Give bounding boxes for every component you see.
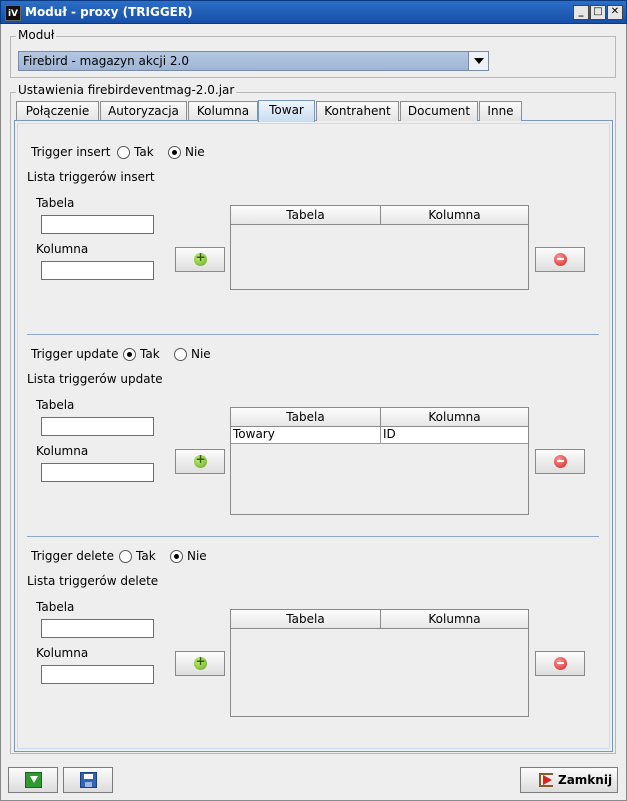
table-row[interactable]: Towary ID xyxy=(231,427,528,444)
title-bar: iV Moduł - proxy (TRIGGER) _ □ ✕ xyxy=(0,0,627,24)
update-yes-label: Tak xyxy=(140,347,160,361)
insert-column-input[interactable] xyxy=(41,261,154,280)
tab-autoryzacja[interactable]: Autoryzacja xyxy=(100,101,187,121)
trigger-delete-label: Trigger delete xyxy=(31,549,115,563)
delete-trigger-table: Tabela Kolumna xyxy=(230,609,529,717)
table-cell: ID xyxy=(383,427,396,441)
delete-yes-label: Tak xyxy=(136,549,156,563)
close-button[interactable]: Zamknij xyxy=(520,767,618,793)
trigger-update-label: Trigger update xyxy=(31,347,119,361)
module-select[interactable]: Firebird - magazyn akcji 2.0 xyxy=(18,51,489,71)
table-cell: Towary xyxy=(231,427,381,443)
insert-remove-button[interactable] xyxy=(535,247,585,272)
minus-circle-icon xyxy=(554,253,567,266)
insert-column-label: Kolumna xyxy=(36,242,89,256)
save-button[interactable] xyxy=(63,767,113,793)
minus-circle-icon xyxy=(554,455,567,468)
delete-yes-radio[interactable] xyxy=(119,550,132,563)
delete-table-label: Tabela xyxy=(36,600,75,614)
tab-inne[interactable]: Inne xyxy=(479,101,522,121)
close-window-button[interactable]: ✕ xyxy=(607,5,623,20)
close-button-label: Zamknij xyxy=(558,773,613,787)
section-divider xyxy=(27,334,599,335)
download-button[interactable] xyxy=(8,767,58,793)
tab-polaczenie[interactable]: Połączenie xyxy=(16,101,99,121)
module-select-value: Firebird - magazyn akcji 2.0 xyxy=(23,54,189,68)
delete-column-label: Kolumna xyxy=(36,646,89,660)
update-remove-button[interactable] xyxy=(535,449,585,474)
update-add-button[interactable] xyxy=(175,449,225,474)
settings-group-legend: Ustawienia firebirdeventmag-2.0.jar xyxy=(16,83,237,97)
window-title: Moduł - proxy (TRIGGER) xyxy=(25,5,193,19)
plus-circle-icon xyxy=(194,250,207,266)
update-yes-radio[interactable] xyxy=(123,348,136,361)
delete-list-label: Lista triggerów delete xyxy=(27,574,159,588)
floppy-icon xyxy=(80,772,97,788)
delete-column-input[interactable] xyxy=(41,665,154,684)
delete-no-label: Nie xyxy=(187,549,207,563)
insert-no-label: Nie xyxy=(185,145,205,159)
delete-remove-button[interactable] xyxy=(535,651,585,676)
tab-towar[interactable]: Towar xyxy=(258,100,315,122)
update-list-label: Lista triggerów update xyxy=(27,372,163,386)
update-no-radio[interactable] xyxy=(174,348,187,361)
section-divider xyxy=(27,536,599,537)
insert-add-button[interactable] xyxy=(175,247,225,272)
exit-door-icon xyxy=(539,773,553,787)
tab-document[interactable]: Document xyxy=(400,101,478,121)
insert-table-header-kolumna[interactable]: Kolumna xyxy=(381,206,528,225)
minus-circle-icon xyxy=(554,657,567,670)
update-table-label: Tabela xyxy=(36,398,75,412)
trigger-insert-label: Trigger insert xyxy=(31,145,111,159)
update-column-input[interactable] xyxy=(41,463,154,482)
update-column-label: Kolumna xyxy=(36,444,89,458)
tab-kontrahent[interactable]: Kontrahent xyxy=(316,101,399,121)
download-icon xyxy=(25,772,42,788)
update-trigger-table: Tabela Kolumna Towary ID xyxy=(230,407,529,515)
update-table-header-tabela[interactable]: Tabela xyxy=(231,408,381,427)
minimize-button[interactable]: _ xyxy=(573,5,589,20)
update-table-input[interactable] xyxy=(41,417,154,436)
plus-circle-icon xyxy=(194,452,207,468)
delete-table-header-kolumna[interactable]: Kolumna xyxy=(381,610,528,629)
update-table-header-kolumna[interactable]: Kolumna xyxy=(381,408,528,427)
maximize-button[interactable]: □ xyxy=(590,5,606,20)
update-no-label: Nie xyxy=(191,347,211,361)
delete-table-header-tabela[interactable]: Tabela xyxy=(231,610,381,629)
insert-yes-label: Tak xyxy=(134,145,154,159)
plus-circle-icon xyxy=(194,654,207,670)
insert-yes-radio[interactable] xyxy=(117,146,130,159)
insert-trigger-table: Tabela Kolumna xyxy=(230,205,529,290)
insert-table-label: Tabela xyxy=(36,196,75,210)
delete-add-button[interactable] xyxy=(175,651,225,676)
insert-no-radio[interactable] xyxy=(168,146,181,159)
insert-table-header-tabela[interactable]: Tabela xyxy=(231,206,381,225)
tab-kolumna[interactable]: Kolumna xyxy=(188,101,258,121)
module-group-legend: Moduł xyxy=(16,28,57,42)
app-icon: iV xyxy=(5,5,21,21)
delete-table-input[interactable] xyxy=(41,619,154,638)
delete-no-radio[interactable] xyxy=(170,550,183,563)
insert-list-label: Lista triggerów insert xyxy=(27,170,155,184)
chevron-down-icon[interactable] xyxy=(468,52,488,70)
insert-table-input[interactable] xyxy=(41,215,154,234)
